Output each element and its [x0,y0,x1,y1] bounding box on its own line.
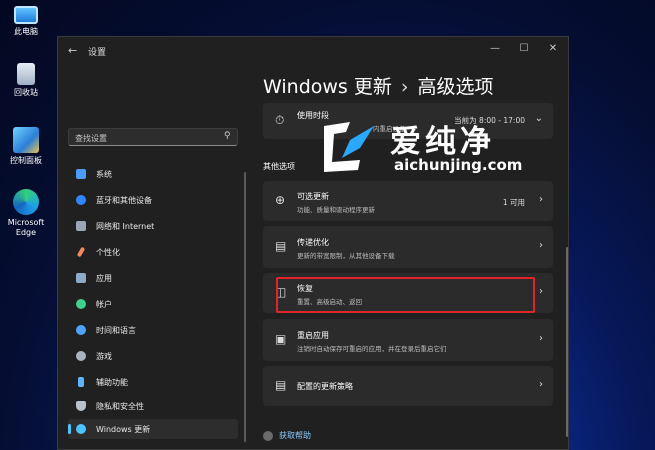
sidebar-item-label: 系统 [96,170,112,179]
search-box[interactable]: ⚲ [68,128,238,146]
recycle-bin-icon [17,63,35,85]
accessibility-icon [78,377,84,387]
search-icon[interactable]: ⚲ [224,131,231,141]
sidebar-item-windows-update[interactable]: Windows 更新 [68,419,238,439]
control-panel-icon [13,127,39,153]
card-title: 使用时段 [297,111,329,120]
desktop-icon-recycle-bin[interactable]: 回收站 [2,63,50,98]
computer-icon [14,6,38,24]
card-subtitle: 内重启设备 [373,125,406,133]
active-hours-icon: ⏱ [275,113,285,127]
recovery-card[interactable]: ◫ 恢复 重置、高级启动、返回 › [263,273,553,313]
card-subtitle: 重置、高级启动、返回 [297,298,362,306]
sidebar-item-label: 网络和 Internet [96,222,155,231]
sidebar-item-personalization[interactable]: 个性化 [68,242,238,262]
sidebar-item-accessibility[interactable]: 辅助功能 [68,372,238,392]
desktop-icon-label: 控制面板 [10,156,42,165]
sidebar-item-label: 时间和语言 [96,326,136,335]
card-subtitle: 功能、质量和驱动程序更新 [297,206,375,214]
desktop-icon-edge[interactable]: Microsoft Edge [2,189,50,238]
sidebar-item-label: 个性化 [96,248,120,257]
desktop-icon-this-pc[interactable]: 此电脑 [2,6,50,37]
restart-apps-card[interactable]: ▣ 重启应用 注销时自动保存可重启的应用，并在登录后重启它们 › [263,319,553,361]
sidebar-item-bluetooth[interactable]: 蓝牙和其他设备 [68,190,238,210]
breadcrumb: Windows 更新 › 高级选项 [263,72,493,99]
chevron-right-icon[interactable]: › [539,194,543,205]
minimize-button[interactable]: — [488,43,502,54]
sidebar-item-label: 隐私和安全性 [96,402,144,411]
sidebar-item-network[interactable]: 网络和 Internet [68,216,238,236]
policy-icon: ▤ [275,378,287,392]
settings-window: ← 设置 — ☐ ✕ ⚲ 系统 蓝牙和其他设备 网络和 Internet 个性化… [57,36,569,450]
desktop-icon-label: 回收站 [14,88,38,97]
chevron-down-icon[interactable]: ⌄ [535,113,543,124]
card-title: 重启应用 [297,331,329,340]
sidebar-item-label: 蓝牙和其他设备 [96,196,152,205]
card-title: 可选更新 [297,192,329,201]
active-indicator [68,424,71,434]
window-title: 设置 [88,48,107,58]
sidebar-scrollbar[interactable] [244,172,246,442]
active-hours-card[interactable]: ⏱ 使用时段 内重启设备 当前为 8:00 - 17:00 ⌄ [263,103,553,139]
card-title: 恢复 [297,284,313,293]
desktop-icon-label: Microsoft Edge [7,218,45,237]
sidebar-item-time-language[interactable]: 时间和语言 [68,320,238,340]
sidebar-item-apps[interactable]: 应用 [68,268,238,288]
sidebar-item-gaming[interactable]: 游戏 [68,346,238,366]
breadcrumb-parent[interactable]: Windows 更新 [263,76,392,98]
apps-icon [76,273,86,283]
sidebar-item-label: 游戏 [96,352,112,361]
section-label: 其他选项 [263,162,295,171]
optional-updates-card[interactable]: ⊕ 可选更新 功能、质量和驱动程序更新 1 可用 › [263,181,553,221]
active-hours-value: 当前为 8:00 - 17:00 [454,116,525,125]
get-help-link[interactable]: 获取帮助 [263,430,311,441]
chevron-right-icon[interactable]: › [539,286,543,297]
configured-policies-card[interactable]: ▤ 配置的更新策略 › [263,366,553,406]
shield-icon [76,401,86,411]
edge-icon [13,189,39,215]
delivery-icon: ▤ [275,239,287,253]
windows-update-icon [76,424,86,434]
breadcrumb-separator: › [400,76,409,98]
sidebar-item-label: 应用 [96,274,112,283]
sidebar-item-privacy-security[interactable]: 隐私和安全性 [68,396,238,416]
desktop-icon-control-panel[interactable]: 控制面板 [2,127,50,166]
card-subtitle: 注销时自动保存可重启的应用，并在登录后重启它们 [297,345,447,353]
card-title: 配置的更新策略 [297,382,353,391]
system-icon [76,169,86,179]
gamepad-icon [76,351,86,361]
chevron-right-icon[interactable]: › [539,379,543,390]
close-button[interactable]: ✕ [546,43,560,54]
sidebar-item-label: 辅助功能 [96,378,128,387]
help-label: 获取帮助 [279,431,311,440]
card-title: 传递优化 [297,238,329,247]
maximize-button[interactable]: ☐ [517,43,531,54]
brush-icon [76,246,86,258]
globe-clock-icon [76,325,86,335]
sidebar-item-system[interactable]: 系统 [68,164,238,184]
chevron-right-icon[interactable]: › [539,333,543,344]
network-icon [76,221,86,231]
title-bar: ← 设置 — ☐ ✕ [58,37,568,65]
restart-apps-icon: ▣ [275,332,287,346]
card-subtitle: 更新的带宽限制，从其他设备下载 [297,252,395,260]
content-scrollbar[interactable] [566,247,568,437]
back-arrow-icon[interactable]: ← [68,44,77,57]
sidebar-item-label: Windows 更新 [96,425,151,434]
help-icon [263,430,273,441]
available-count: 1 可用 [502,198,525,207]
chevron-right-icon[interactable]: › [539,240,543,251]
delivery-optimization-card[interactable]: ▤ 传递优化 更新的带宽限制，从其他设备下载 › [263,226,553,268]
plus-circle-icon: ⊕ [275,193,286,207]
page-title: 高级选项 [417,76,494,98]
recovery-icon: ◫ [275,285,287,299]
search-input[interactable] [73,130,217,146]
desktop-icon-label: 此电脑 [14,27,38,36]
sidebar-item-accounts[interactable]: 帐户 [68,294,238,314]
sidebar-item-label: 帐户 [96,300,112,309]
account-icon [76,299,86,309]
bluetooth-icon [76,195,86,205]
